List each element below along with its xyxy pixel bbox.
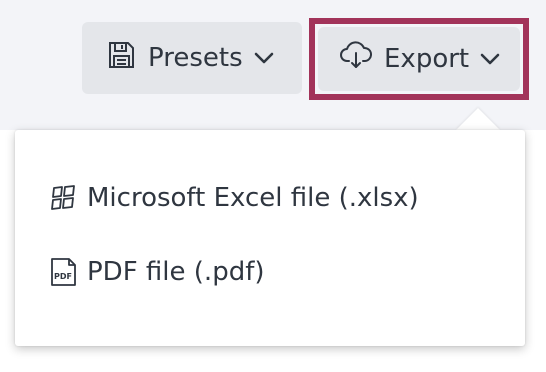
chevron-down-icon <box>479 52 501 66</box>
menu-item-label: Microsoft Excel file (.xlsx) <box>87 183 419 213</box>
export-label: Export <box>384 44 470 74</box>
chevron-down-icon <box>253 51 275 65</box>
presets-label: Presets <box>148 43 243 73</box>
presets-button[interactable]: Presets <box>82 22 302 94</box>
page: Presets Export Microsoft Excel file (.xl… <box>0 0 546 372</box>
pdf-icon-text: PDF <box>54 272 72 281</box>
pdf-file-icon: PDF <box>47 256 79 288</box>
export-dropdown-menu: Microsoft Excel file (.xlsx) PDF PDF fil… <box>15 130 525 346</box>
export-button[interactable]: Export <box>318 27 520 91</box>
cloud-download-icon <box>340 40 372 78</box>
dropdown-caret <box>456 108 500 130</box>
excel-file-icon <box>47 182 79 214</box>
menu-item-pdf[interactable]: PDF PDF file (.pdf) <box>47 256 265 288</box>
menu-item-excel[interactable]: Microsoft Excel file (.xlsx) <box>47 182 419 214</box>
menu-item-label: PDF file (.pdf) <box>87 257 265 287</box>
save-icon <box>106 40 136 77</box>
